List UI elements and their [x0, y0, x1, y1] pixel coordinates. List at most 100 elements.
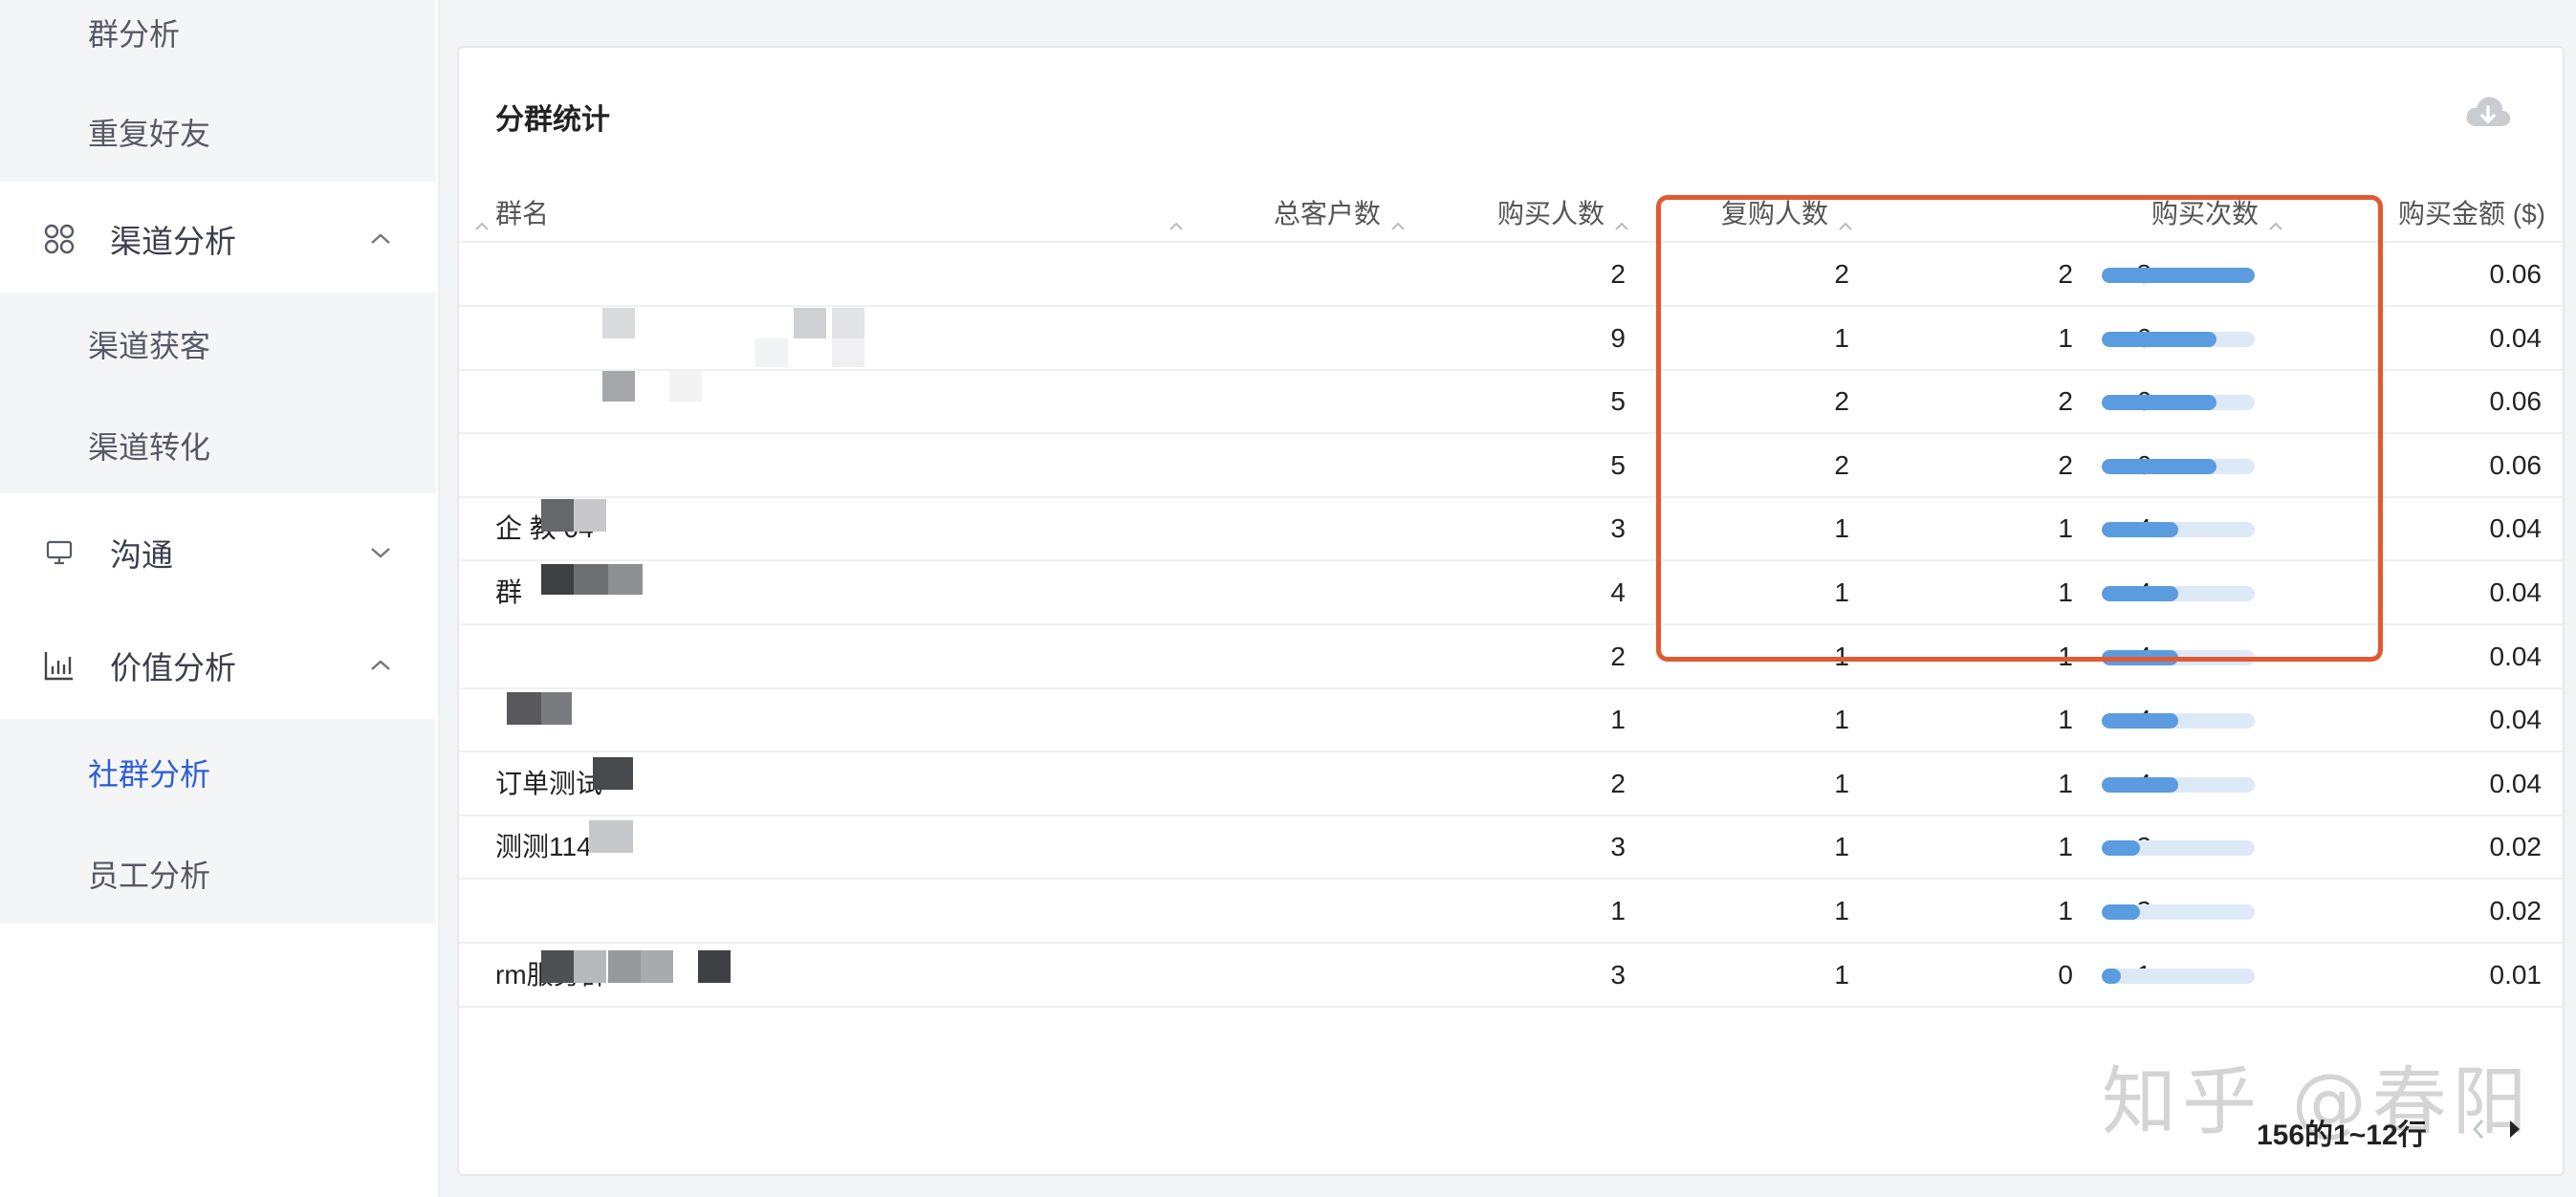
cell-amount: 0.04: [2489, 705, 2543, 735]
mosaic-block: [608, 950, 641, 983]
sidebar-subgroup-value: 社群分析 员工分析: [0, 719, 436, 924]
col-header-total-customers[interactable]: 总客户数: [1274, 193, 1408, 235]
col-header-label: 总客户数: [1274, 199, 1382, 229]
sidebar-group-label: 渠道分析: [110, 224, 236, 259]
chevron-up-icon: [365, 224, 396, 254]
row-divider: [459, 1005, 2563, 1008]
chevron-right-icon[interactable]: [2501, 1113, 2528, 1145]
purchase-progress-fill: [2102, 840, 2140, 857]
cell-amount: 0.04: [2489, 322, 2543, 353]
purchase-progress-fill: [2102, 713, 2178, 729]
cell-amount: 0.04: [2489, 768, 2543, 798]
mosaic-block: [832, 308, 864, 338]
cell-amount: 0.02: [2489, 832, 2543, 862]
purchase-progress-fill: [2102, 776, 2178, 793]
mosaic-block: [541, 950, 574, 983]
col-header-label: 群名: [495, 199, 550, 229]
table-row[interactable]: 测测11431120.02: [459, 816, 2563, 881]
purchase-progress-fill: [2102, 904, 2140, 920]
chevron-up-icon: [365, 650, 396, 681]
bar-chart-icon: [40, 646, 78, 685]
sidebar-subgroup-channel: 渠道获客 渠道转化: [0, 293, 436, 493]
purchase-progress-bar: [2102, 904, 2255, 920]
sort-up-icon: [1836, 204, 1855, 230]
sidebar-group-communication[interactable]: 沟通: [0, 507, 436, 598]
cell-buyers: 1: [1834, 513, 1849, 544]
table-row[interactable]: 21140.04: [459, 625, 2563, 689]
cell-total-customers: 4: [1610, 577, 1626, 607]
table-row[interactable]: 群41140.04: [459, 561, 2563, 625]
cell-total-customers: 2: [1610, 768, 1626, 798]
col-header-buyers[interactable]: 购买人数: [1497, 193, 1631, 235]
cell-group-name: [495, 243, 1165, 306]
table-row[interactable]: 订单测试21140.04: [459, 752, 2563, 816]
mosaic-block: [608, 564, 643, 595]
mosaic-block: [574, 499, 606, 532]
cell-buyers: 1: [1834, 959, 1849, 990]
cell-buyers: 1: [1834, 896, 1849, 925]
cell-total-customers: 5: [1610, 449, 1626, 480]
sidebar: 群分析 重复好友 渠道分析 渠道获客 渠道转化 沟通 价值分析 社群分析 员工分…: [0, 0, 440, 1197]
sidebar-group-label: 沟通: [110, 537, 173, 573]
purchase-progress-fill: [2102, 968, 2121, 984]
mosaic-block: [507, 692, 541, 725]
mosaic-block: [755, 338, 788, 367]
chevron-left-icon[interactable]: [2465, 1113, 2492, 1145]
cell-total-customers: 1: [1610, 896, 1626, 925]
mosaic-block: [541, 564, 576, 595]
table-row[interactable]: 11120.02: [459, 880, 2563, 944]
sidebar-item-employee-analysis[interactable]: 员工分析: [88, 847, 210, 904]
mosaic-block: [541, 499, 576, 532]
mosaic-block: [669, 371, 702, 402]
cell-amount: 0.06: [2489, 259, 2543, 289]
sidebar-group-channel-analysis[interactable]: 渠道分析: [0, 193, 436, 285]
table-row[interactable]: rm服务群31010.01: [459, 944, 2563, 1008]
sort-up-icon[interactable]: [1167, 193, 1186, 235]
cell-total-customers: 3: [1610, 959, 1626, 990]
col-header-group-name[interactable]: 群名: [472, 193, 549, 235]
table-row[interactable]: 22280.06: [459, 243, 2563, 307]
table-row[interactable]: 企 教 0431140.04: [459, 497, 2563, 562]
cell-amount: 0.02: [2489, 896, 2543, 925]
cell-buyers: 1: [1834, 322, 1849, 353]
mosaic-block: [698, 950, 731, 983]
purchase-progress-bar: [2102, 840, 2255, 857]
cell-total-customers: 1: [1610, 705, 1626, 735]
col-header-purchases[interactable]: 购买次数: [2151, 193, 2285, 235]
sidebar-group-label: 价值分析: [110, 650, 236, 686]
sidebar-item-community-analysis[interactable]: 社群分析: [88, 746, 210, 803]
pagination-summary: 156的1~12行: [2257, 1120, 2427, 1151]
cell-group-name: [495, 625, 1165, 688]
purchase-progress-bar: [2102, 522, 2255, 538]
purchase-progress-fill: [2102, 649, 2178, 665]
purchase-progress-bar: [2102, 776, 2255, 793]
cell-buyers: 1: [1834, 832, 1849, 862]
cell-buyers: 2: [1834, 386, 1849, 417]
cell-buyers: 1: [1834, 577, 1849, 607]
mosaic-block: [641, 950, 673, 983]
cell-total-customers: 2: [1610, 641, 1626, 671]
sort-up-icon: [1388, 204, 1408, 230]
group-stats-card: 分群统计 群名 总客户数 购买人数 复购人数 购买次数 购买金额 ($) 2 2…: [457, 46, 2565, 1176]
cell-buyers: 2: [1834, 259, 1849, 289]
mosaic-block: [574, 564, 608, 595]
sidebar-group-value-analysis[interactable]: 价值分析: [0, 620, 436, 711]
cell-total-customers: 5: [1610, 386, 1626, 417]
sidebar-item-duplicate-friends[interactable]: 重复好友: [88, 105, 210, 163]
purchase-progress-fill: [2102, 458, 2216, 474]
sidebar-item-channel-acquisition[interactable]: 渠道获客: [88, 317, 210, 375]
sort-up-icon: [1612, 204, 1631, 230]
mosaic-block: [794, 308, 826, 338]
table-row[interactable]: 52260.06: [459, 434, 2563, 498]
col-header-repeat-buyers[interactable]: 复购人数: [1721, 193, 1855, 235]
cell-group-name: [495, 688, 1165, 751]
purchase-progress-bar: [2102, 458, 2255, 474]
table-row[interactable]: 11140.04: [459, 688, 2563, 753]
cell-group-name: [495, 880, 1165, 943]
purchase-progress-fill: [2102, 395, 2216, 411]
table-row[interactable]: 52260.06: [459, 370, 2563, 435]
cell-group-name: [495, 307, 1165, 370]
col-header-amount[interactable]: 购买金额 ($): [2398, 193, 2545, 235]
sidebar-item-channel-conversion[interactable]: 渠道转化: [88, 419, 210, 476]
sidebar-item-group-analysis[interactable]: 群分析: [88, 6, 180, 63]
